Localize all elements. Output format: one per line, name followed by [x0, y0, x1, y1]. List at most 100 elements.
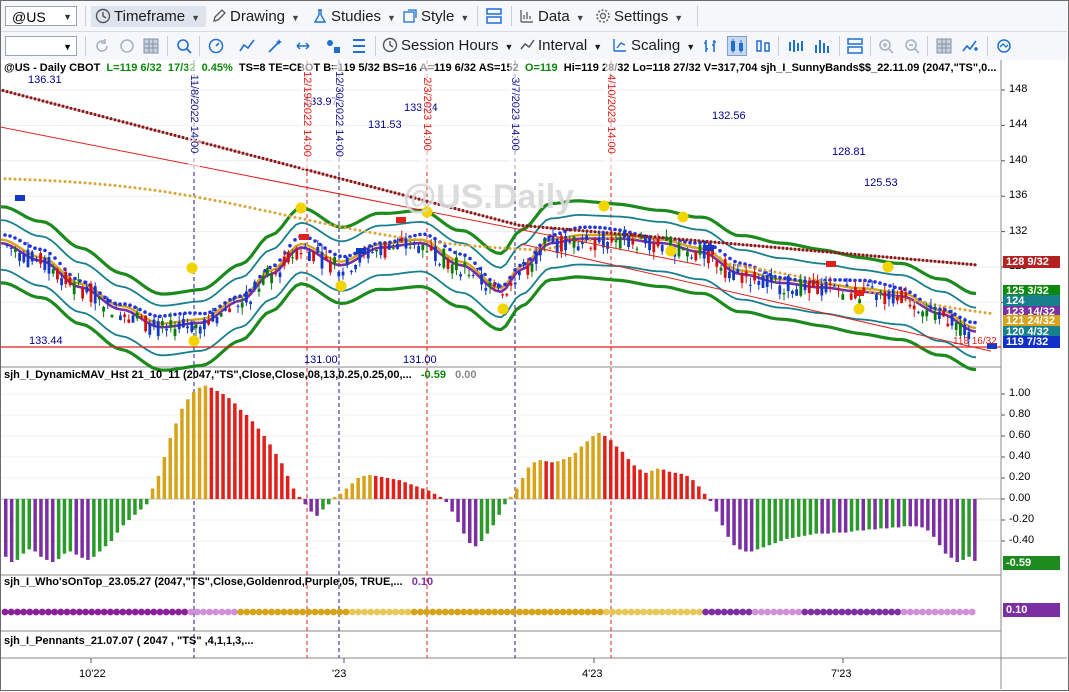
osc-axis-tick: 0.60: [1009, 429, 1031, 441]
price-bar-body: [249, 301, 252, 305]
data-button[interactable]: Data ▼: [519, 6, 585, 27]
session-hours-button[interactable]: Session Hours ▼: [382, 36, 513, 56]
vertical-marker-label: 11/8/2022 14:00: [188, 59, 200, 169]
hollow-candle-icon[interactable]: [754, 37, 772, 55]
histogram-bar: [567, 457, 572, 499]
gold-dot: [73, 180, 77, 184]
price-bar-body: [253, 281, 257, 289]
whos-on-top-dot: [100, 608, 108, 616]
brown-dot: [793, 247, 797, 251]
price-bar-body: [576, 246, 580, 251]
brown-dot: [817, 249, 821, 253]
gold-dot: [493, 246, 497, 250]
blue-dot: [873, 280, 877, 284]
whos-on-top-dot: [584, 608, 592, 616]
brown-dot: [757, 244, 761, 248]
brown-dot: [149, 127, 153, 131]
price-bar-body: [358, 252, 362, 263]
histogram-bar: [227, 398, 231, 499]
whos-on-top-dot: [745, 608, 753, 616]
price-bar-body: [421, 244, 425, 251]
brown-dot: [877, 254, 881, 259]
gold-dot: [3, 177, 7, 181]
brown-dot: [37, 98, 41, 102]
symbol-input[interactable]: @US ▼: [5, 6, 77, 26]
histogram-bar: [638, 469, 642, 499]
brown-dot: [41, 99, 45, 103]
style-button[interactable]: Style ▼: [402, 6, 469, 27]
price-bar-body: [518, 271, 521, 276]
time-axis-label: 7'23: [831, 668, 852, 680]
global-icon[interactable]: [995, 37, 1013, 55]
candlestick-icon[interactable]: [727, 36, 747, 56]
blue-dot: [368, 244, 372, 248]
gauge-icon[interactable]: [207, 37, 225, 55]
brown-dot: [709, 240, 713, 244]
interval-button[interactable]: Interval ▼: [519, 36, 602, 56]
gold-dot: [53, 179, 57, 183]
layout-icon[interactable]: [485, 7, 503, 25]
chart-area[interactable]: @US.Daily @US - Daily CBOT L=119 6/32 17…: [0, 59, 1067, 689]
histogram-bar: [274, 453, 278, 499]
chevron-down-icon[interactable]: ▼: [63, 37, 72, 57]
hist-bars-icon[interactable]: [813, 37, 831, 55]
grid-icon[interactable]: [142, 37, 160, 55]
format-icon[interactable]: [350, 37, 368, 55]
brown-dot: [241, 151, 245, 155]
brown-dot: [577, 228, 581, 232]
refresh-icon[interactable]: [93, 37, 111, 55]
gold-dot: [88, 181, 92, 185]
scaling-button[interactable]: Scaling ▼: [612, 36, 695, 56]
whos-on-top-dot: [69, 608, 77, 616]
chevron-down-icon[interactable]: ▼: [63, 7, 72, 27]
brown-dot: [277, 161, 281, 165]
price-bar-body: [312, 251, 315, 262]
add-chart-icon[interactable]: [961, 37, 979, 55]
price-bar-body: [110, 314, 114, 318]
studies-button[interactable]: Studies ▼: [312, 6, 396, 27]
gold-dot: [478, 245, 482, 248]
brown-dot: [265, 157, 269, 161]
whos-on-top-dot: [361, 608, 368, 616]
settings-button[interactable]: Settings ▼: [595, 6, 683, 27]
whos-on-top-dot: [950, 608, 957, 616]
price-bar-body: [261, 276, 265, 285]
interval-input[interactable]: ▼: [5, 36, 77, 56]
line-chart-icon[interactable]: [238, 37, 256, 55]
gold-dot: [728, 262, 732, 266]
blue-dot: [313, 239, 317, 243]
brown-dot: [685, 238, 689, 242]
data-window-icon[interactable]: [935, 37, 953, 55]
volume-bars-icon[interactable]: [787, 37, 805, 55]
brown-dot: [733, 242, 737, 246]
price-bar-body: [799, 279, 803, 296]
brown-dot: [513, 222, 517, 226]
histogram-bar: [285, 475, 290, 499]
drawing-button[interactable]: Drawing ▼: [211, 6, 300, 27]
gold-dot: [468, 244, 472, 248]
histogram-bar: [356, 478, 360, 499]
osc1-zero: 0.00: [455, 369, 477, 381]
blue-dot: [333, 252, 337, 257]
brown-dot: [325, 173, 329, 177]
timeframe-button[interactable]: Timeframe ▼: [91, 6, 207, 27]
zoom-chart-icon[interactable]: [175, 37, 193, 55]
price-bar-body: [526, 265, 530, 275]
brown-dot: [769, 245, 773, 249]
zoom-in-icon[interactable]: [877, 37, 895, 55]
price-bar-body: [60, 278, 63, 286]
price-bar-body: [887, 291, 891, 300]
magic-icon[interactable]: [266, 37, 284, 55]
zoom-out-magnifier-icon[interactable]: [903, 37, 921, 55]
brown-dot: [393, 191, 397, 195]
window-layout-icon[interactable]: [846, 37, 864, 55]
zoom-out-icon[interactable]: [294, 37, 312, 55]
whos-on-top-dot: [88, 608, 96, 616]
brown-dot: [725, 241, 729, 245]
toolbar-separator: [839, 36, 840, 56]
settings-grid-icon[interactable]: [324, 37, 342, 55]
blue-dot: [173, 312, 177, 317]
reload-icon[interactable]: [118, 37, 136, 55]
clock-icon: [95, 8, 111, 24]
bar-chart-icon[interactable]: [702, 37, 720, 55]
